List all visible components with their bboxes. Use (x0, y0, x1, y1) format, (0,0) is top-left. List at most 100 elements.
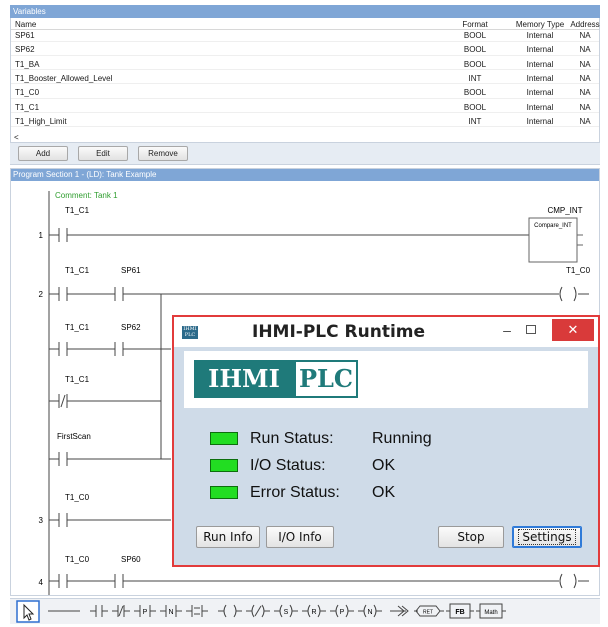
toolbar-label: N (168, 609, 173, 616)
rung-2-wiring (49, 286, 589, 302)
io-status-label: I/O Status: (250, 457, 326, 474)
no-contact-icon[interactable] (90, 605, 108, 617)
run-info-button[interactable]: Run Info (196, 526, 260, 548)
toolbar-label: P (340, 609, 345, 616)
variable-format-cell: INT (468, 73, 482, 83)
variable-format-cell: BOOL (463, 88, 487, 98)
variable-name-cell: T1_BA (15, 59, 40, 69)
toolbar-label: RET (423, 610, 433, 616)
error-status-value: OK (372, 484, 396, 501)
variable-row[interactable]: T1_Booster_Allowed_Level INT Internal NA (11, 74, 599, 85)
runtime-titlebar[interactable]: IHMI PLC IHMI-PLC Runtime – ✕ (174, 317, 598, 347)
toolbar-label: R (311, 609, 316, 616)
variable-name-cell: SP61 (15, 31, 35, 40)
negated-coil-icon[interactable] (246, 604, 270, 618)
variable-button-bar: Add Edit Remove (10, 143, 600, 165)
nc-contact-icon[interactable] (112, 605, 130, 617)
rung-comment: Comment: Tank 1 (55, 191, 118, 200)
run-status-label: Run Status: (250, 430, 334, 447)
runtime-window: IHMI PLC IHMI-PLC Runtime – ✕ IHMI PLC R… (172, 315, 600, 567)
io-info-button[interactable]: I/O Info (266, 526, 334, 548)
variable-address-cell: NA (579, 116, 591, 126)
compare-contact-icon[interactable] (186, 605, 208, 617)
rung-number: 2 (39, 290, 44, 299)
contact-label: SP62 (121, 323, 141, 332)
run-status-value: Running (372, 430, 432, 447)
variable-memory-type-cell: Internal (526, 116, 554, 126)
variable-memory-type-cell: Internal (526, 102, 554, 112)
settings-button[interactable]: Settings (512, 526, 582, 548)
variable-row[interactable]: T1_High_Limit INT Internal NA (11, 117, 599, 128)
variable-address-cell: NA (579, 59, 591, 69)
variable-row[interactable]: T1_C1 BOOL Internal NA (11, 102, 599, 113)
variable-format-cell: BOOL (463, 102, 487, 112)
close-icon[interactable]: ✕ (552, 319, 594, 341)
column-header-format[interactable]: Format (455, 19, 495, 30)
contact-label: SP61 (121, 266, 141, 275)
variable-row[interactable]: T1_BA BOOL Internal NA (11, 60, 599, 71)
variable-row[interactable]: SP62 BOOL Internal NA (11, 45, 599, 56)
compare-int-block[interactable]: Compare_INT (528, 217, 583, 263)
variable-address-cell: NA (579, 102, 591, 112)
contact-label: T1_C1 (65, 206, 90, 215)
jump-icon[interactable] (390, 605, 409, 617)
no-contact[interactable] (49, 228, 529, 242)
coil-icon[interactable] (218, 604, 242, 618)
no-contact[interactable] (49, 452, 171, 466)
remove-button[interactable]: Remove (138, 146, 188, 161)
select-pointer-icon[interactable] (16, 600, 40, 623)
variable-address-cell: NA (579, 31, 591, 40)
coil-label: T1_C0 (566, 266, 591, 275)
variable-name-cell: T1_Booster_Allowed_Level (15, 73, 113, 83)
rung-4-wiring (49, 573, 589, 589)
nc-contact[interactable] (49, 394, 161, 408)
edit-button[interactable]: Edit (78, 146, 128, 161)
error-status-led (210, 486, 238, 499)
variable-address-cell: NA (579, 88, 591, 98)
variables-panel-title: Variables (10, 5, 600, 18)
app-icon: IHMI PLC (182, 326, 198, 339)
variable-address-cell: NA (579, 45, 591, 55)
column-header-name[interactable]: Name (15, 19, 36, 30)
variable-row[interactable]: SP61 BOOL Internal NA (11, 31, 599, 42)
maximize-icon[interactable] (526, 325, 536, 334)
column-header-memory-type[interactable]: Memory Type (511, 19, 569, 30)
variable-memory-type-cell: Internal (526, 31, 554, 40)
settings-button-label: Settings (518, 529, 576, 545)
variable-format-cell: INT (468, 116, 482, 126)
io-status-led (210, 459, 238, 472)
contact-label: T1_C1 (65, 375, 90, 384)
variables-panel: Variables Name Format Memory Type Addres… (10, 5, 600, 143)
variable-memory-type-cell: Internal (526, 88, 554, 98)
scroll-left-icon[interactable]: < (14, 133, 19, 142)
ladder-toolbar: P N S R P N RET FB Math (10, 598, 600, 624)
variable-name-cell: T1_C0 (15, 88, 40, 98)
contact-label: FirstScan (57, 432, 91, 441)
stop-button[interactable]: Stop (438, 526, 504, 548)
variable-name-cell: T1_C1 (15, 102, 40, 112)
toolbar-label: Math (484, 610, 497, 616)
ihmi-plc-logo: IHMI PLC (194, 360, 358, 398)
rung-number: 1 (39, 231, 44, 240)
contact-label: SP60 (121, 555, 141, 564)
variable-row[interactable]: T1_C0 BOOL Internal NA (11, 88, 599, 99)
variable-memory-type-cell: Internal (526, 73, 554, 83)
variable-format-cell: BOOL (463, 31, 487, 40)
variable-name-cell: SP62 (15, 45, 35, 55)
contact-label: T1_C0 (65, 493, 90, 502)
run-status-led (210, 432, 238, 445)
io-status-value: OK (372, 457, 396, 474)
variable-format-cell: BOOL (463, 59, 487, 69)
variable-memory-type-cell: Internal (526, 59, 554, 69)
logo-area: IHMI PLC (184, 351, 588, 408)
column-header-address[interactable]: Address (570, 19, 600, 30)
minimize-icon[interactable]: – (496, 323, 518, 339)
logo-ihmi-text: IHMI (194, 360, 294, 398)
variable-format-cell: BOOL (463, 45, 487, 55)
logo-plc-text: PLC (294, 360, 358, 398)
add-button[interactable]: Add (18, 146, 68, 161)
variable-memory-type-cell: Internal (526, 45, 554, 55)
contact-label: T1_C0 (65, 555, 90, 564)
contact-label: T1_C1 (65, 266, 90, 275)
no-contact[interactable] (49, 513, 171, 527)
